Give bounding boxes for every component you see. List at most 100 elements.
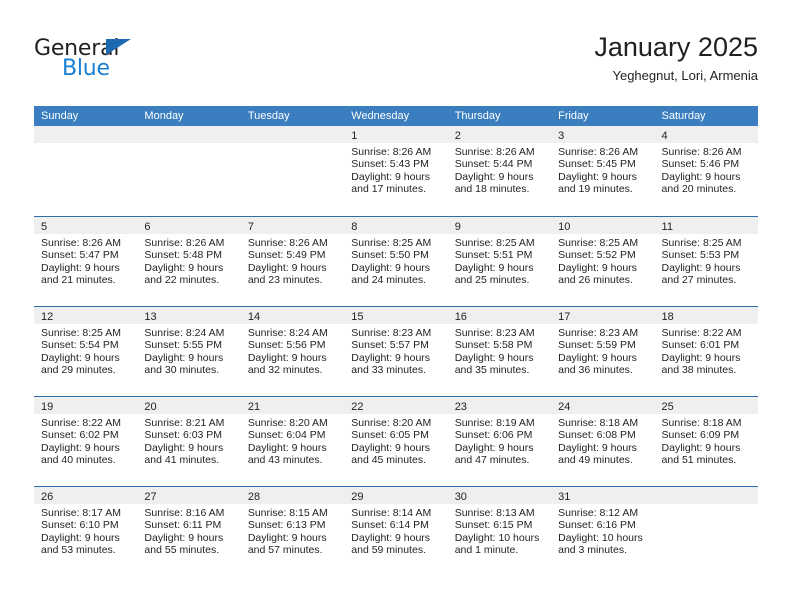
sun-info-line: Sunset: 5:59 PM	[558, 339, 636, 352]
sun-info-line: Sunrise: 8:25 AM	[661, 237, 742, 249]
calendar-day-cell[interactable]: 2 Sunrise: 8:26 AM Sunset: 5:44 PM Daylight…	[447, 126, 552, 216]
day-number-band: 20	[137, 397, 241, 414]
sun-info: Sunrise: 8:22 AM Sunset: 6:02 PM Daylight:…	[34, 414, 137, 467]
sun-info-line: Daylight: 9 hours	[144, 261, 224, 274]
sun-info-line: Sunrise: 8:25 AM	[558, 237, 639, 249]
calendar-day-cell[interactable]: 8 Sunrise: 8:25 AM Sunset: 5:50 PM Daylight…	[344, 217, 448, 306]
calendar-day-cell[interactable]: 13 Sunrise: 8:24 AM Sunset: 5:55 PM Dayligh…	[137, 307, 241, 396]
sun-info-line: and 35 minutes.	[454, 364, 530, 377]
sun-info-line: and 59 minutes.	[351, 544, 426, 557]
day-number: 8	[351, 221, 358, 233]
sun-info: Sunrise: 8:18 AM Sunset: 6:08 PM Daylight:…	[551, 414, 654, 467]
calendar-day-cell[interactable]: 31 Sunrise: 8:12 AM Sunset: 6:16 PM Dayligh…	[551, 487, 655, 576]
calendar-day-cell[interactable]: 26 Sunrise: 8:17 AM Sunset: 6:10 PM Dayligh…	[34, 487, 138, 576]
day-number-band: 19	[34, 397, 138, 414]
sun-info-line: Sunrise: 8:21 AM	[144, 417, 225, 429]
calendar-day-cell[interactable]: 7 Sunrise: 8:26 AM Sunset: 5:49 PM Daylight…	[240, 217, 345, 306]
day-number-band: 10	[551, 217, 655, 234]
title-block: January 2025 Yeghegnut, Lori, Armenia	[594, 30, 758, 86]
day-number-band: 30	[447, 487, 552, 504]
weekday-header-row: Sunday Monday Tuesday Wednesday Thursday Frid…	[34, 106, 758, 126]
calendar-day-cell[interactable]: 19 Sunrise: 8:22 AM Sunset: 6:02 PM Dayligh…	[34, 397, 138, 486]
sun-info-line: Sunrise: 8:23 AM	[454, 327, 535, 339]
day-number-band: 2	[447, 126, 552, 143]
calendar-day-cell[interactable]: 24 Sunrise: 8:18 AM Sunset: 6:08 PM Dayligh…	[551, 397, 655, 486]
sun-info-line: Daylight: 10 hours	[558, 531, 643, 544]
sun-info-line: and 20 minutes.	[661, 183, 737, 196]
calendar-day-cell[interactable]: 23 Sunrise: 8:19 AM Sunset: 6:06 PM Dayligh…	[447, 397, 552, 486]
calendar-day-cell[interactable]: 17 Sunrise: 8:23 AM Sunset: 5:59 PM Dayligh…	[551, 307, 655, 396]
sun-info-line: Daylight: 9 hours	[351, 261, 431, 274]
calendar-day-cell[interactable]: 21 Sunrise: 8:20 AM Sunset: 6:04 PM Dayligh…	[240, 397, 345, 486]
calendar-day-cell[interactable]: 6 Sunrise: 8:26 AM Sunset: 5:48 PM Daylight…	[137, 217, 241, 306]
day-number-band	[137, 126, 241, 143]
sun-info-line: and 24 minutes.	[351, 274, 426, 287]
sun-info-line: Sunrise: 8:15 AM	[247, 507, 328, 519]
calendar-day-cell[interactable]: 25 Sunrise: 8:18 AM Sunset: 6:09 PM Dayligh…	[654, 397, 758, 486]
calendar-day-cell[interactable]: 15 Sunrise: 8:23 AM Sunset: 5:57 PM Dayligh…	[344, 307, 448, 396]
sun-info: Sunrise: 8:25 AM Sunset: 5:50 PM Daylight:…	[344, 234, 447, 287]
calendar-day-cell[interactable]: 5 Sunrise: 8:26 AM Sunset: 5:47 PM Daylight…	[34, 217, 138, 306]
day-number-band: 29	[344, 487, 448, 504]
calendar-day-cell[interactable]: 29 Sunrise: 8:14 AM Sunset: 6:14 PM Dayligh…	[344, 487, 448, 576]
sun-info-line: and 19 minutes.	[558, 183, 633, 196]
day-number: 9	[454, 221, 461, 233]
sun-info-line: and 40 minutes.	[41, 454, 116, 467]
sun-info-line: Sunset: 6:10 PM	[41, 519, 119, 532]
calendar-day-cell[interactable]: 30 Sunrise: 8:13 AM Sunset: 6:15 PM Dayligh…	[447, 487, 552, 576]
day-number-band: 18	[654, 307, 758, 324]
sun-info-line: and 55 minutes.	[144, 544, 220, 557]
calendar-day-cell[interactable]: 10 Sunrise: 8:25 AM Sunset: 5:52 PM Dayligh…	[551, 217, 655, 306]
calendar-day-cell[interactable]: 3 Sunrise: 8:26 AM Sunset: 5:45 PM Daylight…	[551, 126, 655, 216]
calendar-day-cell[interactable]: 14 Sunrise: 8:24 AM Sunset: 5:56 PM Dayligh…	[240, 307, 345, 396]
sun-info-line: and 47 minutes.	[454, 454, 530, 467]
day-number-band: 8	[344, 217, 448, 234]
calendar-week-row: 12 Sunrise: 8:25 AM Sunset: 5:54 PM Dayligh…	[34, 306, 758, 396]
sun-info-line: Daylight: 9 hours	[661, 170, 741, 183]
sun-info-line: Daylight: 9 hours	[351, 531, 431, 544]
sun-info-line: Sunrise: 8:24 AM	[247, 327, 328, 339]
sun-info-line: and 51 minutes.	[661, 454, 737, 467]
calendar-day-cell[interactable]: 12 Sunrise: 8:25 AM Sunset: 5:54 PM Dayligh…	[34, 307, 138, 396]
sun-info-line: Sunset: 5:43 PM	[351, 158, 429, 171]
sun-info-line: Daylight: 9 hours	[247, 441, 327, 454]
sun-info-line: Sunset: 5:50 PM	[351, 249, 429, 262]
page-title: January 2025	[594, 32, 758, 62]
calendar-day-cell[interactable]: 20 Sunrise: 8:21 AM Sunset: 6:03 PM Dayligh…	[137, 397, 241, 486]
sun-info-line: and 22 minutes.	[144, 274, 220, 287]
day-number-band: 17	[551, 307, 655, 324]
sun-info-line: Sunset: 6:16 PM	[558, 519, 636, 532]
calendar-day-cell[interactable]: 18 Sunrise: 8:22 AM Sunset: 6:01 PM Dayligh…	[654, 307, 758, 396]
calendar-day-cell[interactable]: 1 Sunrise: 8:26 AM Sunset: 5:43 PM Daylight…	[344, 126, 448, 216]
calendar-day-cell[interactable]: 11 Sunrise: 8:25 AM Sunset: 5:53 PM Dayligh…	[654, 217, 758, 306]
day-number: 20	[144, 401, 157, 413]
calendar-day-cell[interactable]: 28 Sunrise: 8:15 AM Sunset: 6:13 PM Dayligh…	[240, 487, 345, 576]
sun-info-line: Sunrise: 8:18 AM	[558, 417, 639, 429]
sun-info-line: Sunrise: 8:24 AM	[144, 327, 225, 339]
general-blue-logo: General Blue	[34, 36, 234, 86]
calendar-day-cell[interactable]: 27 Sunrise: 8:16 AM Sunset: 6:11 PM Dayligh…	[137, 487, 241, 576]
calendar-day-cell[interactable]: 22 Sunrise: 8:20 AM Sunset: 6:05 PM Dayligh…	[344, 397, 448, 486]
calendar-day-cell[interactable]: 4 Sunrise: 8:26 AM Sunset: 5:46 PM Daylight…	[654, 126, 758, 216]
weekday-header-tuesday: Tuesday	[247, 110, 290, 122]
sun-info-line: Sunset: 5:45 PM	[558, 158, 636, 171]
sun-info-line: Sunset: 5:57 PM	[351, 339, 429, 352]
sun-info-line: Sunrise: 8:22 AM	[41, 417, 121, 429]
sun-info-line: Sunset: 6:06 PM	[454, 429, 533, 442]
sun-info-line: Sunrise: 8:26 AM	[144, 237, 225, 249]
sun-info: Sunrise: 8:25 AM Sunset: 5:53 PM Daylight:…	[655, 234, 758, 287]
sun-info: Sunrise: 8:25 AM Sunset: 5:52 PM Daylight:…	[551, 234, 654, 287]
sun-info: Sunrise: 8:13 AM Sunset: 6:15 PM Daylight:…	[448, 504, 551, 557]
sun-info-line: Daylight: 9 hours	[41, 531, 120, 544]
sun-info-line: and 38 minutes.	[661, 364, 737, 377]
day-number-band: 4	[654, 126, 758, 143]
calendar-day-cell[interactable]: 16 Sunrise: 8:23 AM Sunset: 5:58 PM Dayligh…	[447, 307, 552, 396]
day-number: 31	[558, 491, 571, 503]
sun-info: Sunrise: 8:26 AM Sunset: 5:49 PM Daylight:…	[241, 234, 344, 287]
day-number-band: 3	[551, 126, 655, 143]
sun-info-line: and 27 minutes.	[661, 274, 737, 287]
calendar-day-cell-empty	[34, 126, 138, 216]
sun-info-line: Daylight: 9 hours	[454, 261, 534, 274]
calendar-day-cell[interactable]: 9 Sunrise: 8:25 AM Sunset: 5:51 PM Daylight…	[447, 217, 552, 306]
day-number: 11	[661, 221, 673, 233]
